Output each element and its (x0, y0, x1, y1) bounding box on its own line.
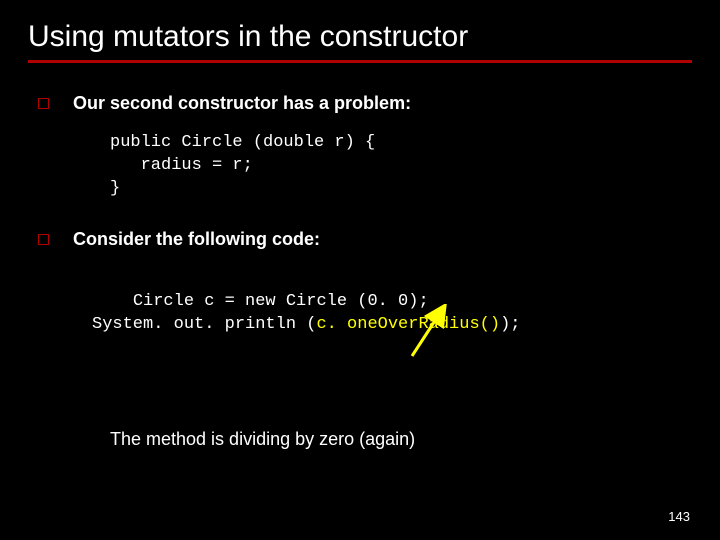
square-bullet-icon (38, 98, 49, 109)
slide-title: Using mutators in the constructor (28, 20, 692, 54)
conclusion-text: The method is dividing by zero (again) (110, 429, 692, 450)
bullet-row-1: Our second constructor has a problem: (28, 93, 692, 114)
page-number: 143 (668, 509, 690, 524)
code-block-2: Circle c = new Circle (0. 0); System. out… (92, 268, 692, 383)
slide: Using mutators in the constructor Our se… (0, 0, 720, 540)
square-bullet-icon (38, 234, 49, 245)
bullet-text-1: Our second constructor has a problem: (73, 93, 411, 114)
code-line-1: Circle c = new Circle (0. 0); (133, 292, 429, 311)
code-line-2-pre: System. out. println ( (92, 315, 316, 334)
bullet-text-2: Consider the following code: (73, 229, 320, 250)
code-block-1: public Circle (double r) { radius = r; } (110, 132, 692, 201)
title-underline (28, 60, 692, 63)
code-line-2-post: ); (500, 315, 520, 334)
bullet-row-2: Consider the following code: (28, 229, 692, 250)
code-line-2-highlight: c. oneOverRadius() (316, 315, 500, 334)
